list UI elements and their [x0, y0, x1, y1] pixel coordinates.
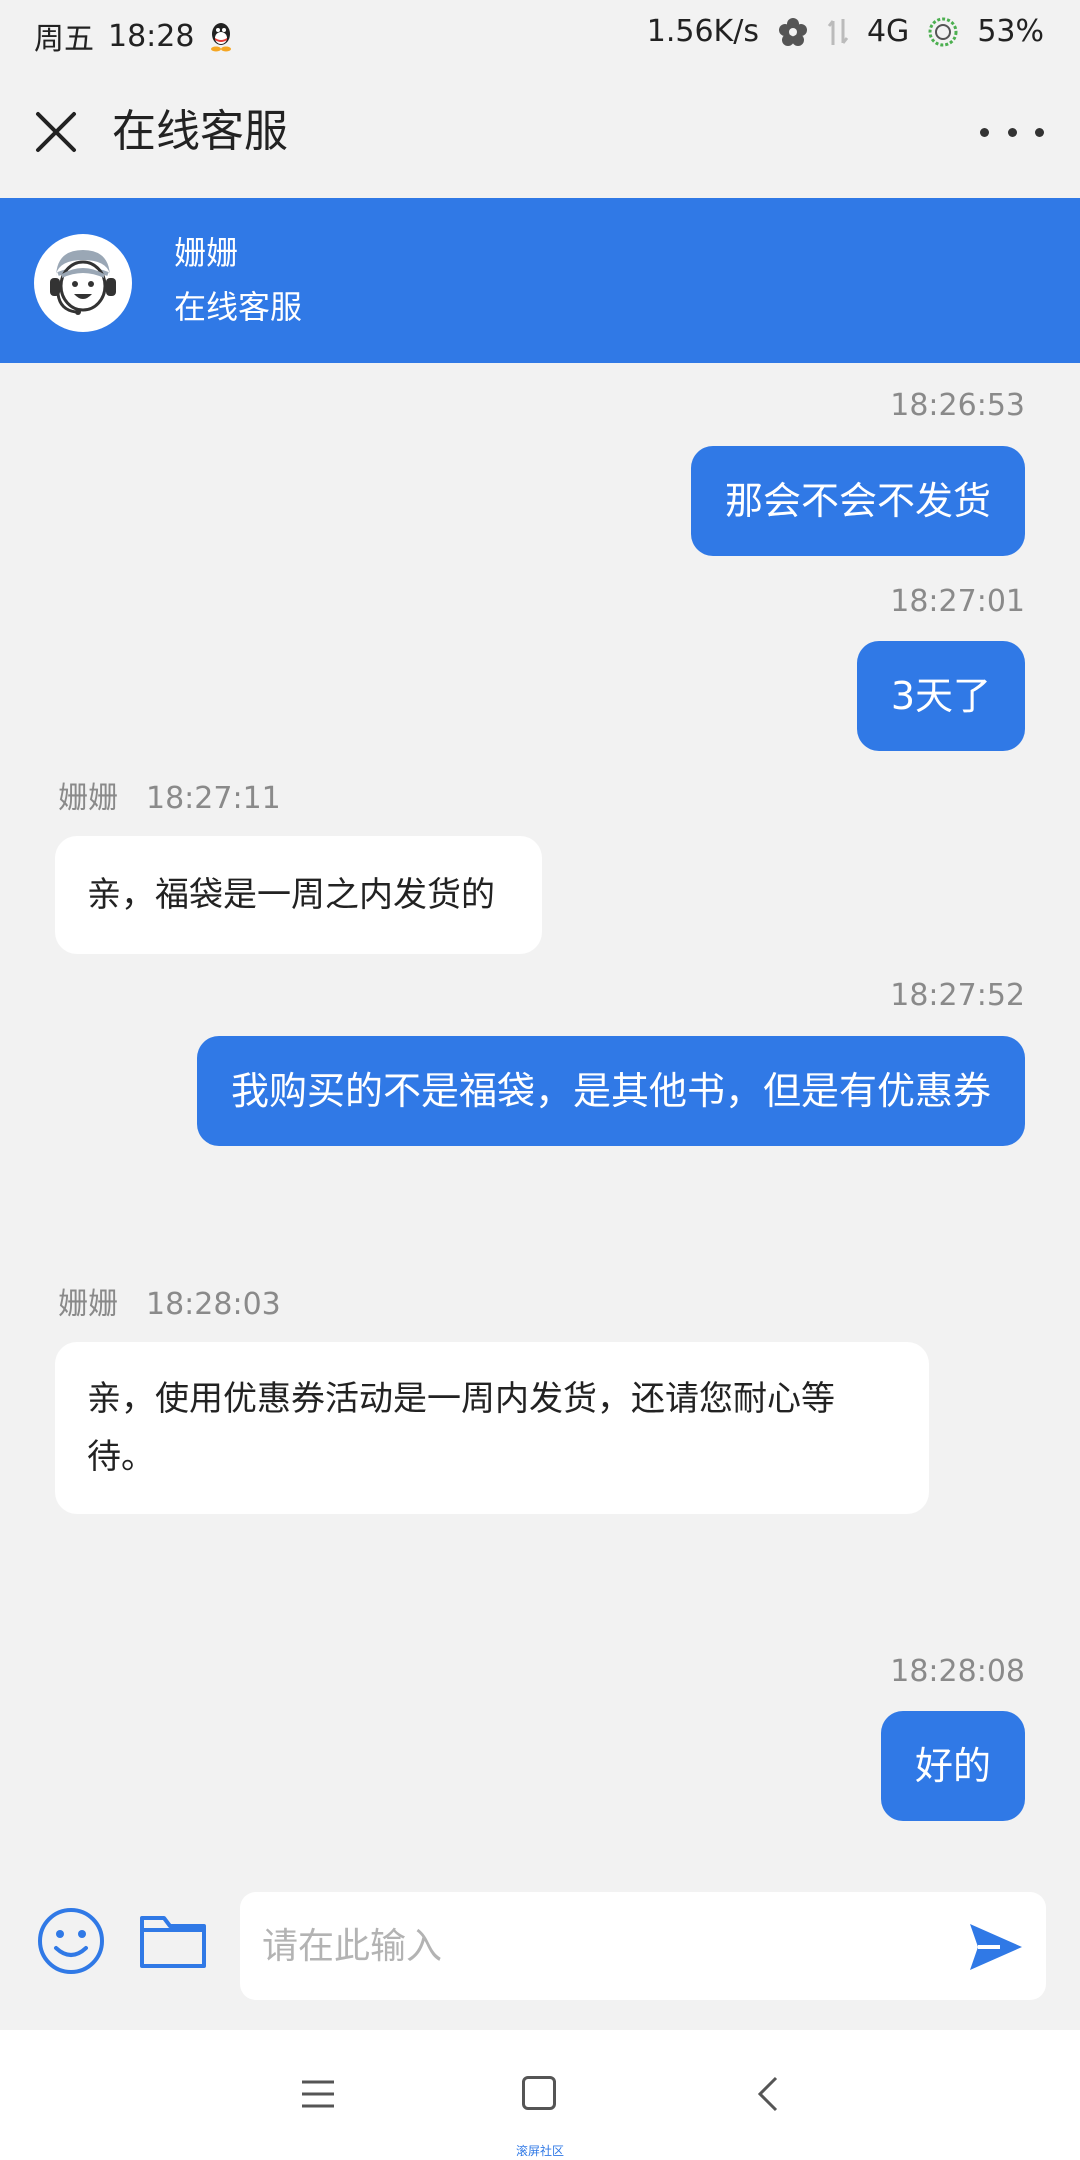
network-type: 4G [866, 14, 910, 49]
message-timestamp: 18:26:53 [890, 388, 1025, 423]
message-timestamp: 18:27:01 [890, 584, 1025, 619]
agent-name: 姗姗 [174, 234, 239, 272]
outgoing-message-bubble[interactable]: 3天了 [856, 641, 1025, 751]
status-day: 周五 [34, 22, 94, 57]
outgoing-message-bubble[interactable]: 好的 [880, 1711, 1025, 1821]
agent-avatar [34, 234, 132, 332]
back-icon[interactable] [752, 2074, 782, 2114]
message-timestamp: 18:28:03 [146, 1287, 281, 1322]
status-right: 1.56K/s 4G 53% [647, 14, 1044, 49]
outgoing-message-bubble[interactable]: 那会不会不发货 [690, 446, 1025, 556]
qq-notification-icon [211, 23, 232, 52]
more-dot [980, 127, 989, 137]
outgoing-message-bubble[interactable]: 我购买的不是福袋，是其他书，但是有优惠券 [196, 1036, 1025, 1146]
watermark: 滚屏社区 [515, 2144, 564, 2158]
flower-icon [778, 17, 807, 46]
incoming-message-bubble[interactable]: 亲，福袋是一周之内发货的 [55, 836, 542, 954]
input-bar [0, 1862, 1080, 2030]
message-input-box [240, 1892, 1046, 2000]
data-transfer-icon [827, 18, 849, 45]
message-sender: 姗姗 [58, 781, 118, 816]
battery-saver-icon [928, 17, 958, 46]
more-dot [1007, 127, 1017, 137]
status-bar: 周五 18:28 1.56K/s 4G 53% [0, 0, 1080, 66]
close-icon[interactable] [28, 104, 84, 160]
message-sender: 姗姗 [58, 1287, 118, 1322]
more-icon[interactable] [980, 110, 1044, 154]
more-dot [1035, 127, 1044, 137]
status-left: 周五 18:28 [34, 14, 234, 58]
message-timestamp: 18:27:52 [890, 978, 1025, 1013]
system-nav-bar: 滚屏社区 [0, 2030, 1080, 2160]
message-meta: 姗姗 18:28:03 [58, 1285, 281, 1325]
folder-icon[interactable] [138, 1910, 208, 1972]
message-timestamp: 18:27:11 [146, 781, 281, 816]
agent-banner: 姗姗 在线客服 [0, 198, 1080, 363]
menu-icon[interactable] [300, 2078, 336, 2110]
status-time: 18:28 [108, 18, 195, 54]
app-header: 在线客服 [0, 66, 1080, 198]
send-icon[interactable] [966, 1920, 1026, 1974]
support-agent-icon [36, 236, 130, 330]
agent-role: 在线客服 [174, 288, 303, 326]
message-timestamp: 18:28:08 [890, 1654, 1025, 1689]
message-input[interactable] [262, 1892, 922, 2000]
page-title: 在线客服 [112, 106, 288, 157]
emoji-icon[interactable] [36, 1906, 106, 1976]
home-icon[interactable] [522, 2076, 556, 2110]
battery-level: 53% [977, 14, 1044, 49]
net-speed: 1.56K/s [646, 14, 759, 49]
incoming-message-bubble[interactable]: 亲，使用优惠券活动是一周内发货，还请您耐心等待。 [55, 1342, 929, 1514]
message-meta: 姗姗 18:27:11 [58, 779, 281, 819]
